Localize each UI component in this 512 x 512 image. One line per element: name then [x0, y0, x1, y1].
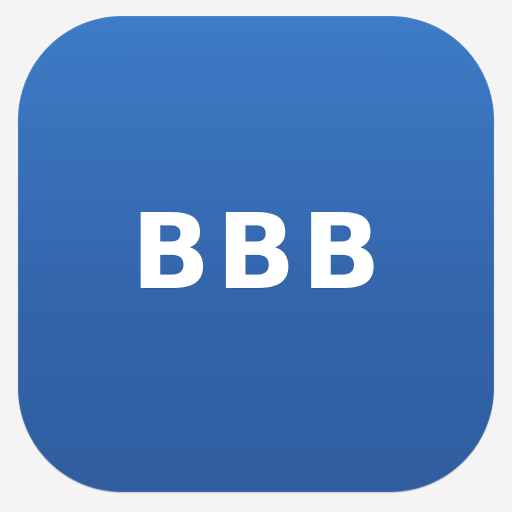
app-icon-label: BBB [131, 191, 387, 313]
page-background: BBB [0, 0, 512, 512]
bbb-app-icon[interactable]: BBB [18, 16, 494, 492]
